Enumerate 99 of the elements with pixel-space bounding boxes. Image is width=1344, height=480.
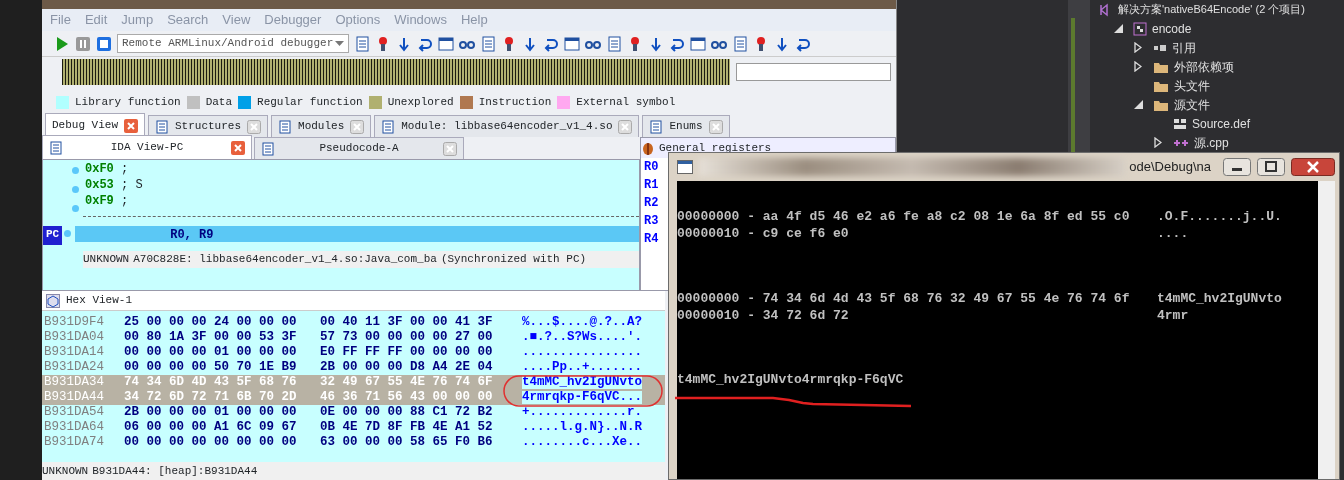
status-text: A70C828E: libbase64encoder_v1_4.so:Java_com_ba	[133, 252, 437, 268]
register-name: R0	[643, 159, 660, 176]
tree-item-label[interactable]: 源.cpp	[1194, 133, 1229, 152]
tab[interactable]: Structures	[148, 115, 269, 137]
document-icon[interactable]	[480, 35, 496, 52]
segment-select[interactable]	[736, 63, 891, 81]
pc-marker: PC	[43, 226, 63, 245]
document-icon	[49, 140, 63, 155]
arrow-down-icon[interactable]	[774, 35, 790, 52]
hex-row[interactable]: B931DA34 74 34 6D 4D 43 5F 68 76 32 49 67 55 4E 76 74 6F t4mMC_hv2IgUNvto	[42, 375, 665, 390]
tree-item-label[interactable]: encode	[1152, 19, 1192, 38]
collapsed-arrow-icon[interactable]	[1134, 42, 1142, 53]
tree-item-label[interactable]: 头文件	[1174, 76, 1210, 95]
legend-label: Instruction	[478, 94, 552, 110]
console-line: .O.F.......j..U.	[1157, 208, 1282, 224]
expanded-arrow-icon[interactable]	[1134, 100, 1143, 109]
document-icon[interactable]	[732, 35, 748, 52]
document-icon[interactable]	[606, 35, 622, 52]
console-line: t4mMC_hv2IgUNvto	[1157, 290, 1282, 306]
project-icon	[1133, 21, 1147, 36]
expanded-arrow-icon[interactable]	[1114, 24, 1123, 33]
hexagon-icon	[46, 293, 60, 308]
bug-icon	[641, 141, 655, 155]
arrow-down-icon[interactable]	[648, 35, 664, 52]
document-icon	[278, 119, 293, 134]
breakpoint-dot[interactable]	[64, 230, 72, 237]
stop-icon[interactable]	[96, 35, 112, 52]
console-line: 00000000 - 74 34 6d 4d 43 5f 68 76 32 49 67 55 4e 76 74 6f	[677, 290, 1131, 306]
pause-icon[interactable]	[75, 35, 91, 52]
code-line: 0x53 ; S	[84, 177, 144, 192]
console-line: 4rmr	[1157, 307, 1189, 323]
console-line: ....	[1157, 225, 1189, 241]
scrollbar[interactable]	[1318, 181, 1335, 479]
tree-item-label[interactable]: 外部依赖项	[1174, 57, 1234, 76]
window-icon[interactable]	[690, 35, 706, 52]
arrow-down-icon[interactable]	[396, 35, 412, 52]
console-line: 00000000 - aa 4f d5 46 e2 a6 fe a8 c2 08 1e 6a 8f ed 55 c0	[677, 208, 1131, 224]
navigation-band[interactable]	[62, 59, 730, 85]
status-text: (Synchronized with PC)	[440, 252, 587, 268]
register-name: R2	[643, 195, 660, 212]
code-line: 0xF0 ;	[84, 161, 130, 176]
play-icon[interactable]	[54, 35, 70, 52]
tab[interactable]: IDA View-PC	[42, 135, 252, 159]
arrow-down-icon[interactable]	[522, 35, 538, 52]
tab[interactable]: Debug View	[45, 113, 145, 137]
hex-row[interactable]: B931DA04 00 80 1A 3F 00 00 53 3F 57 73 00 00 00 00 27 00 .■.?..S?Ws....'.	[42, 330, 665, 345]
close-icon[interactable]	[1291, 158, 1335, 176]
breakpoint-dot[interactable]	[72, 167, 79, 174]
hex-row[interactable]: B931DA14 00 00 00 00 01 00 00 00 E0 FF FF FF 00 00 00 00 ................	[42, 345, 665, 360]
console-line: t4mMC_hv2IgUNvto4rmrqkp-F6qVC	[677, 371, 904, 389]
register-name: R1	[643, 177, 660, 194]
document-icon	[381, 119, 396, 134]
hex-row[interactable]: B931DA74 00 00 00 00 00 00 00 00 63 00 00 00 58 65 F0 B6 ........c...Xe..	[42, 435, 665, 450]
collapsed-arrow-icon[interactable]	[1154, 137, 1162, 148]
window-icon[interactable]	[564, 35, 580, 52]
breakpoint-dot[interactable]	[72, 186, 79, 193]
file-icon	[1173, 116, 1187, 131]
legend-label: Data	[205, 94, 233, 110]
tab[interactable]: Pseudocode-A	[254, 137, 464, 159]
hex-row[interactable]: B931DA54 2B 00 00 00 01 00 00 00 0E 00 00 00 88 C1 72 B2 +.............r.	[42, 405, 665, 420]
document-icon	[155, 119, 169, 134]
panel-title: Hex View-1	[66, 293, 132, 309]
hex-row[interactable]: B931DA64 06 00 00 00 A1 6C 09 67 0B 4E 7D 8F FB 4E A1 52 .....l.g.N}..N.R	[42, 420, 665, 435]
hex-row[interactable]: B931DA24 00 00 00 00 50 70 1E B9 2B 00 00 00 D8 A4 2E 04 ....Pp..+.......	[42, 360, 665, 375]
tree-item-label[interactable]: 源文件	[1174, 95, 1210, 114]
legend-label: Library function	[75, 94, 181, 110]
document-icon	[649, 119, 664, 134]
document-icon[interactable]	[354, 35, 370, 52]
console-line: 00000010 - c9 ce f6 e0	[677, 225, 850, 241]
status-text: B931DA44: [heap]:B931DA44	[92, 463, 258, 479]
scrollbar[interactable]	[1068, 0, 1090, 152]
collapsed-arrow-icon[interactable]	[1134, 61, 1142, 72]
tab[interactable]: Enums	[642, 115, 730, 137]
status-text: UNKNOWN	[42, 463, 89, 479]
panel-title: General registers	[659, 140, 772, 156]
hex-row[interactable]: B931DA44 34 72 6D 72 71 6B 70 2D 46 36 71 56 43 00 00 00 4rmrqkp-F6qVC...	[42, 390, 665, 405]
tab[interactable]: Modules	[271, 115, 372, 137]
code-line: 0xF9 ;	[84, 193, 130, 208]
legend-label: Regular function	[257, 94, 363, 110]
console-icon	[677, 160, 693, 174]
dropdown-arrow-icon	[335, 41, 344, 46]
console-line: 00000010 - 34 72 6d 72	[677, 307, 850, 323]
status-text: UNKNOWN	[83, 252, 130, 268]
breakpoint-dot[interactable]	[72, 205, 79, 212]
maximize-icon[interactable]	[1257, 158, 1285, 176]
register-name: R4	[643, 231, 660, 248]
tree-item-label[interactable]: 解决方案'nativeB64Encode' (2 个项目)	[1118, 1, 1305, 18]
window-title: ode\Debug\na	[1129, 158, 1211, 177]
hex-row[interactable]: B931D9F4 25 00 00 00 24 00 00 00 00 40 11 3F 00 00 41 3F %...$....@.?..A?	[42, 315, 665, 330]
debugger-select[interactable]: Remote ARMLinux/Android debugger	[117, 34, 349, 53]
legend-label: External symbol	[576, 94, 676, 110]
tab[interactable]: Module: libbase64encoder_v1_4.so	[374, 115, 640, 137]
document-icon	[261, 141, 275, 156]
window-icon[interactable]	[438, 35, 454, 52]
register-name: R3	[643, 213, 660, 230]
legend-label: Unexplored	[387, 94, 454, 110]
tree-item-label[interactable]: Source.def	[1192, 114, 1251, 133]
minimize-icon[interactable]	[1223, 158, 1251, 176]
tree-item-label[interactable]: 引用	[1172, 38, 1196, 57]
